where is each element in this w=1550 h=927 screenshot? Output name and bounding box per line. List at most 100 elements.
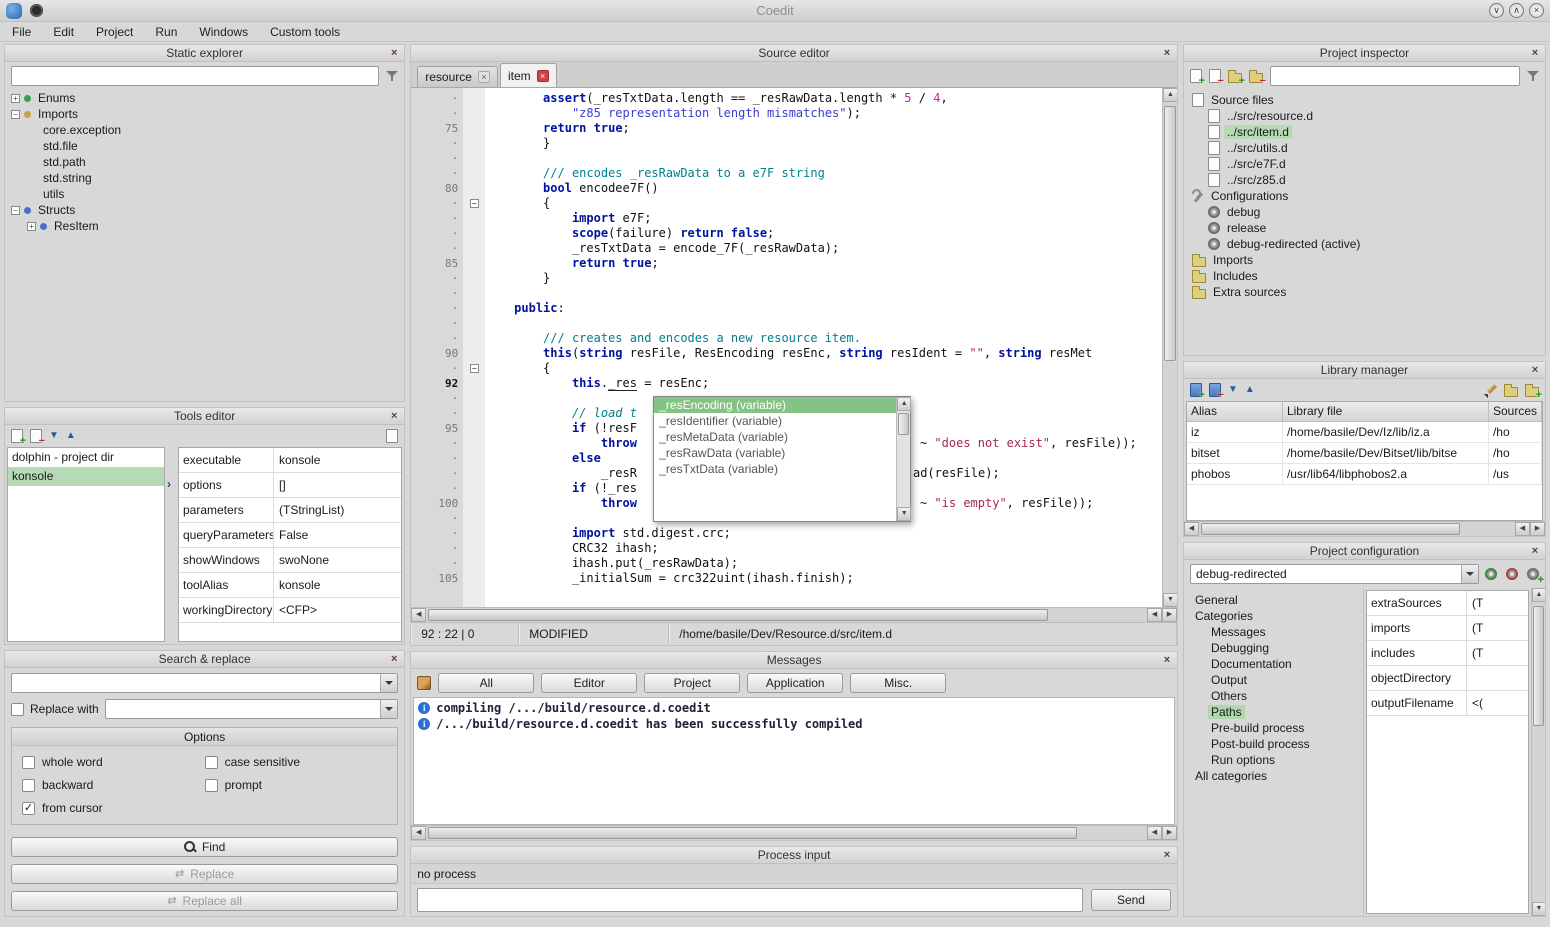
filter-icon[interactable]	[1527, 70, 1539, 82]
inspector-item[interactable]: ../src/z85.d	[1184, 172, 1545, 188]
inspector-item[interactable]: Extra sources	[1184, 284, 1545, 300]
scroll-right-icon[interactable]: ▶	[1162, 608, 1177, 622]
property-value[interactable]: <CFP>	[274, 603, 401, 617]
property-value[interactable]: []	[274, 478, 401, 492]
scroll-left-icon[interactable]: ◀	[1147, 826, 1162, 840]
filter-all-button[interactable]: All	[438, 673, 534, 693]
category-general[interactable]: General	[1184, 592, 1363, 608]
inspector-item[interactable]: ../src/e7F.d	[1184, 156, 1545, 172]
completion-item[interactable]: _resRawData (variable)	[654, 445, 896, 461]
move-up-icon[interactable]: ▲	[1245, 384, 1255, 396]
code-line[interactable]: CRC32 ihash;	[485, 541, 1162, 556]
tool-list-item[interactable]: konsole	[8, 467, 164, 486]
close-panel-icon[interactable]: ×	[1528, 544, 1542, 558]
refresh-config-icon[interactable]	[1485, 568, 1497, 580]
add-config-icon[interactable]	[1527, 568, 1539, 580]
code-line[interactable]: bool encodee7F()	[485, 181, 1162, 196]
move-down-icon[interactable]: ▼	[49, 430, 59, 442]
inspector-item[interactable]: ../src/resource.d	[1184, 108, 1545, 124]
inspector-item[interactable]: Includes	[1184, 268, 1545, 284]
option-case-sensitive[interactable]: case sensitive	[205, 755, 388, 769]
fold-marker-icon[interactable]: −	[470, 199, 479, 208]
checkbox-icon[interactable]	[22, 779, 35, 792]
category-others[interactable]: Others	[1184, 688, 1363, 704]
scroll-up-icon[interactable]: ▲	[897, 397, 911, 411]
expand-icon[interactable]: +	[27, 222, 36, 231]
configuration-vertical-scrollbar[interactable]: ▲ ▼	[1531, 588, 1545, 916]
close-tab-icon[interactable]: ×	[537, 70, 549, 82]
remove-tool-icon[interactable]	[30, 429, 42, 443]
property-row[interactable]: workingDirectory<CFP>	[179, 598, 401, 623]
category-messages[interactable]: Messages	[1184, 624, 1363, 640]
category-output[interactable]: Output	[1184, 672, 1363, 688]
property-value[interactable]: <(	[1467, 696, 1528, 710]
clear-messages-icon[interactable]	[417, 676, 431, 690]
inspector-item[interactable]: Source files	[1184, 92, 1545, 108]
dropdown-arrow-icon[interactable]	[380, 674, 397, 692]
option-prompt[interactable]: prompt	[205, 778, 388, 792]
close-window-button[interactable]: ×	[1529, 3, 1544, 18]
inspector-item[interactable]: Imports	[1184, 252, 1545, 268]
scroll-left-icon[interactable]: ◀	[1147, 608, 1162, 622]
add-source-icon[interactable]	[1190, 69, 1202, 83]
config-property-row[interactable]: objectDirectory	[1367, 666, 1528, 691]
tab-resource[interactable]: resource×	[417, 66, 498, 87]
library-row[interactable]: bitset/home/basile/Dev/Bitset/lib/bitse/…	[1187, 443, 1542, 464]
close-panel-icon[interactable]: ×	[1160, 848, 1174, 862]
scroll-left-icon[interactable]: ◀	[411, 826, 426, 840]
code-line[interactable]: import std.digest.crc;	[485, 526, 1162, 541]
completion-scrollbar[interactable]: ▲ ▼	[896, 397, 910, 521]
checkbox-icon[interactable]: ✓	[22, 802, 35, 815]
property-value[interactable]: (T	[1467, 596, 1528, 610]
messages-horizontal-scrollbar[interactable]: ◀ ◀ ▶	[411, 825, 1177, 840]
property-value[interactable]: (TStringList)	[274, 503, 401, 517]
static-explorer-item[interactable]: +Enums	[5, 90, 404, 106]
close-panel-icon[interactable]: ×	[1528, 363, 1542, 377]
scrollbar-thumb[interactable]	[1201, 523, 1460, 535]
menu-run[interactable]: Run	[155, 25, 177, 39]
filter-project-button[interactable]: Project	[644, 673, 740, 693]
scrollbar-thumb[interactable]	[898, 413, 909, 435]
category-categories[interactable]: Categories	[1184, 608, 1363, 624]
property-value[interactable]: (T	[1467, 621, 1528, 635]
property-value[interactable]: False	[274, 528, 401, 542]
scroll-left-icon[interactable]: ◀	[1184, 522, 1199, 536]
option-backward[interactable]: backward	[22, 778, 205, 792]
close-panel-icon[interactable]: ×	[1160, 653, 1174, 667]
scroll-down-icon[interactable]: ▼	[1163, 593, 1177, 607]
tab-item[interactable]: item×	[500, 63, 557, 87]
static-explorer-item[interactable]: −Imports	[5, 106, 404, 122]
close-tab-icon[interactable]: ×	[478, 71, 490, 83]
scrollbar-thumb[interactable]	[428, 609, 1048, 621]
clone-tool-icon[interactable]	[386, 429, 398, 443]
code-line[interactable]: this(string resFile, ResEncoding resEnc,…	[485, 346, 1162, 361]
config-property-row[interactable]: includes(T	[1367, 641, 1528, 666]
checkbox-icon[interactable]	[205, 779, 218, 792]
code-line[interactable]: _initialSum = crc322uint(ihash.finish);	[485, 571, 1162, 586]
menu-custom-tools[interactable]: Custom tools	[270, 25, 340, 39]
inspector-item[interactable]: Configurations	[1184, 188, 1545, 204]
configuration-selector[interactable]: debug-redirected	[1190, 564, 1479, 584]
scrollbar-thumb[interactable]	[428, 827, 1077, 839]
filter-misc-button[interactable]: Misc.	[850, 673, 946, 693]
code-line[interactable]: /// encodes _resRawData to a e7F string	[485, 166, 1162, 181]
message-row[interactable]: icompiling /.../build/resource.d.coedit	[414, 700, 1174, 716]
category-run-options[interactable]: Run options	[1184, 752, 1363, 768]
fold-marker-icon[interactable]: −	[470, 364, 479, 373]
code-line[interactable]: return true;	[485, 256, 1162, 271]
property-row[interactable]: showWindowsswoNone	[179, 548, 401, 573]
code-line[interactable]: return true;	[485, 121, 1162, 136]
dropdown-arrow-icon[interactable]	[1461, 565, 1478, 583]
option-from-cursor[interactable]: ✓from cursor	[22, 801, 205, 815]
scroll-up-icon[interactable]: ▲	[1532, 588, 1545, 602]
static-explorer-item[interactable]: std.file	[5, 138, 404, 154]
collapse-icon[interactable]: −	[11, 206, 20, 215]
inspector-item[interactable]: ../src/utils.d	[1184, 140, 1545, 156]
property-row[interactable]: parameters(TStringList)	[179, 498, 401, 523]
code-line[interactable]: {	[485, 361, 1162, 376]
code-line[interactable]: import e7F;	[485, 211, 1162, 226]
static-explorer-item[interactable]: −Structs	[5, 202, 404, 218]
completion-item[interactable]: _resEncoding (variable)	[654, 397, 896, 413]
static-explorer-item[interactable]: std.path	[5, 154, 404, 170]
message-row[interactable]: i/.../build/resource.d.coedit has been s…	[414, 716, 1174, 732]
